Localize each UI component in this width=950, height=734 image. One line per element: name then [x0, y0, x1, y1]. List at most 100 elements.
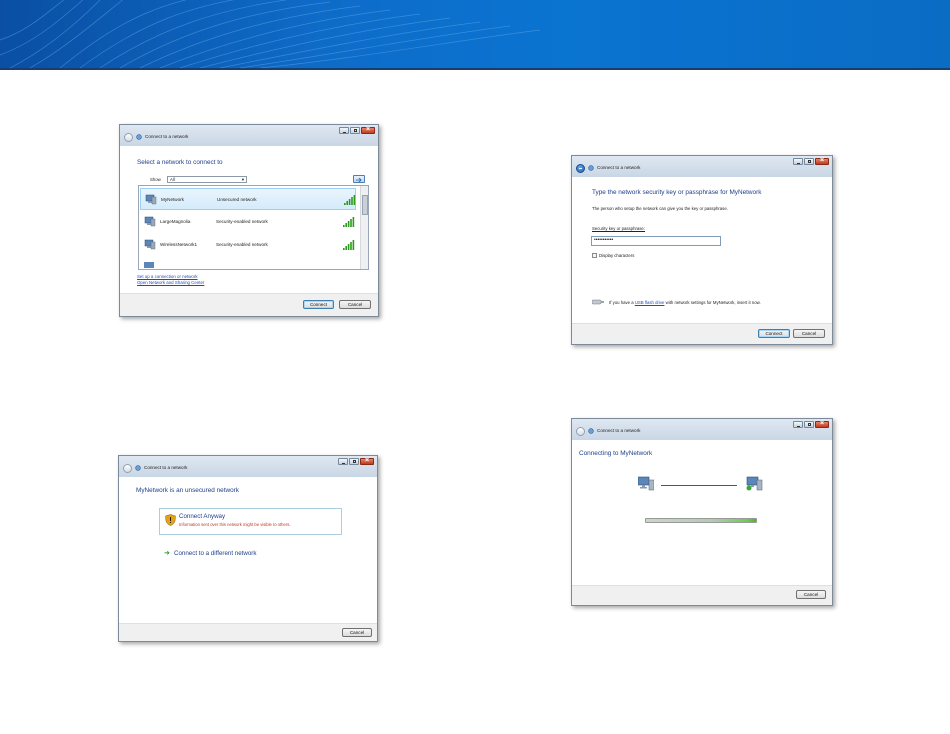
display-characters-checkbox[interactable]: [592, 253, 597, 258]
network-row-largemagnolia[interactable]: LargeMagnolia Security-enabled network: [140, 211, 356, 233]
window-title: Connect to a network: [145, 134, 189, 139]
wireless-computer-icon: [144, 239, 156, 250]
connect-anyway-title: Connect Anyway: [179, 513, 226, 520]
minimize-icon[interactable]: [793, 158, 803, 165]
partial-network-row: [144, 262, 154, 268]
maximize-icon[interactable]: [350, 127, 360, 134]
back-arrow-icon[interactable]: [124, 133, 133, 142]
security-key-input[interactable]: •••••••••••: [591, 236, 721, 246]
refresh-icon: [356, 177, 362, 182]
network-security: Security-enabled network: [216, 219, 268, 224]
cancel-button[interactable]: Cancel: [342, 628, 372, 637]
usb-text-after: with network settings for MyNetwork, ins…: [664, 300, 761, 305]
network-sharing-center-link[interactable]: Open Network and Sharing Center: [137, 280, 204, 285]
minimize-icon[interactable]: [793, 421, 803, 428]
window-title: Connect to a network: [144, 465, 188, 470]
maximize-icon[interactable]: [804, 158, 814, 165]
dialog-security-key: Connect to a network Type the network se…: [571, 155, 833, 345]
network-icon: [588, 165, 594, 171]
chevron-down-icon: ▼: [241, 177, 245, 182]
signal-strength-icon: [343, 217, 355, 227]
network-security: Security-enabled network: [216, 242, 268, 247]
computer-icon: [638, 476, 654, 491]
dialog-footer: Connect Cancel: [572, 323, 832, 344]
setup-connection-link[interactable]: Set up a connection or network: [137, 274, 198, 279]
network-security: Unsecured network: [217, 197, 257, 202]
network-name: LargeMagnolia: [160, 219, 191, 224]
dialog-select-network: Connect to a network Select a network to…: [119, 124, 379, 317]
maximize-icon[interactable]: [349, 458, 359, 465]
network-computer-icon: [746, 476, 763, 491]
usb-text-before: If you have a: [609, 300, 635, 305]
security-shield-icon: [165, 514, 176, 526]
network-name: MyNetwork: [161, 197, 184, 202]
connect-button[interactable]: Connect: [303, 300, 334, 309]
connect-anyway-description: Information sent over this network might…: [179, 522, 291, 527]
header-banner: [0, 0, 950, 68]
back-arrow-icon[interactable]: [576, 164, 585, 173]
connect-different-network-label: Connect to a different network: [174, 550, 257, 557]
window-controls: [338, 457, 374, 465]
wireless-computer-icon: [144, 216, 156, 227]
window-controls: [793, 157, 829, 165]
network-row-mynetwork[interactable]: MyNetwork Unsecured network: [140, 188, 356, 210]
display-characters-label: Display characters: [599, 253, 635, 258]
titlebar: Connect to a network: [572, 419, 832, 440]
window-controls: [793, 420, 829, 428]
signal-strength-icon: [344, 195, 356, 205]
network-icon: [136, 134, 142, 140]
dialog-heading: Type the network security key or passphr…: [592, 189, 762, 196]
list-scrollbar[interactable]: [360, 186, 368, 269]
banner-swirl-graphic: [0, 0, 541, 68]
refresh-button[interactable]: [353, 175, 365, 183]
show-label: Show: [150, 177, 161, 182]
show-filter-select[interactable]: All ▼: [167, 176, 247, 183]
connect-button[interactable]: Connect: [758, 329, 790, 338]
titlebar: Connect to a network: [119, 456, 377, 477]
cancel-button[interactable]: Cancel: [796, 590, 826, 599]
security-key-label: Security key or passphrase:: [592, 226, 646, 231]
close-icon[interactable]: [360, 457, 374, 465]
usb-instruction: If you have a USB flash drive with netwo…: [609, 300, 761, 305]
wireless-computer-icon: [145, 194, 157, 205]
dialog-footer: Cancel: [572, 585, 832, 605]
connection-progress-bar: [645, 518, 757, 523]
titlebar: Connect to a network: [572, 156, 832, 177]
cancel-button[interactable]: Cancel: [793, 329, 825, 338]
connect-anyway-option[interactable]: Connect Anyway Information sent over thi…: [159, 508, 342, 535]
show-filter-value: All: [170, 177, 175, 182]
dialog-heading: Connecting to MyNetwork: [579, 450, 653, 457]
dialog-footer: Connect Cancel: [120, 293, 378, 316]
usb-drive-icon: [592, 299, 604, 305]
back-arrow-icon[interactable]: [123, 464, 132, 473]
window-title: Connect to a network: [597, 165, 641, 170]
window-controls: [339, 126, 375, 134]
network-row-wirelessnetwork1[interactable]: WirelessNetwork1 Security-enabled networ…: [140, 234, 356, 256]
close-icon[interactable]: [815, 157, 829, 165]
progress-fill: [646, 519, 756, 522]
green-arrow-icon: ➜: [164, 550, 170, 557]
minimize-icon[interactable]: [338, 458, 348, 465]
instruction-text: The person who setup the network can giv…: [592, 206, 728, 211]
network-icon: [588, 428, 594, 434]
banner-rule: [0, 68, 950, 70]
maximize-icon[interactable]: [804, 421, 814, 428]
network-name: WirelessNetwork1: [160, 242, 198, 247]
dialog-heading: MyNetwork is an unsecured network: [136, 487, 240, 494]
minimize-icon[interactable]: [339, 127, 349, 134]
dialog-heading: Select a network to connect to: [137, 159, 223, 166]
dialog-unsecured-network: Connect to a network MyNetwork is an uns…: [118, 455, 378, 642]
window-title: Connect to a network: [597, 428, 641, 433]
close-icon[interactable]: [361, 126, 375, 134]
network-icon: [135, 465, 141, 471]
titlebar: Connect to a network: [120, 125, 378, 146]
close-icon[interactable]: [815, 420, 829, 428]
dialog-connecting: Connect to a network Connecting to MyNet…: [571, 418, 833, 606]
network-list: MyNetwork Unsecured network LargeMagnoli…: [138, 185, 369, 270]
cancel-button[interactable]: Cancel: [339, 300, 371, 309]
usb-flash-drive-link[interactable]: USB flash drive: [635, 300, 665, 305]
dialog-footer: Cancel: [119, 623, 377, 641]
scrollbar-thumb[interactable]: [362, 195, 368, 215]
signal-strength-icon: [343, 240, 355, 250]
back-arrow-icon[interactable]: [576, 427, 585, 436]
